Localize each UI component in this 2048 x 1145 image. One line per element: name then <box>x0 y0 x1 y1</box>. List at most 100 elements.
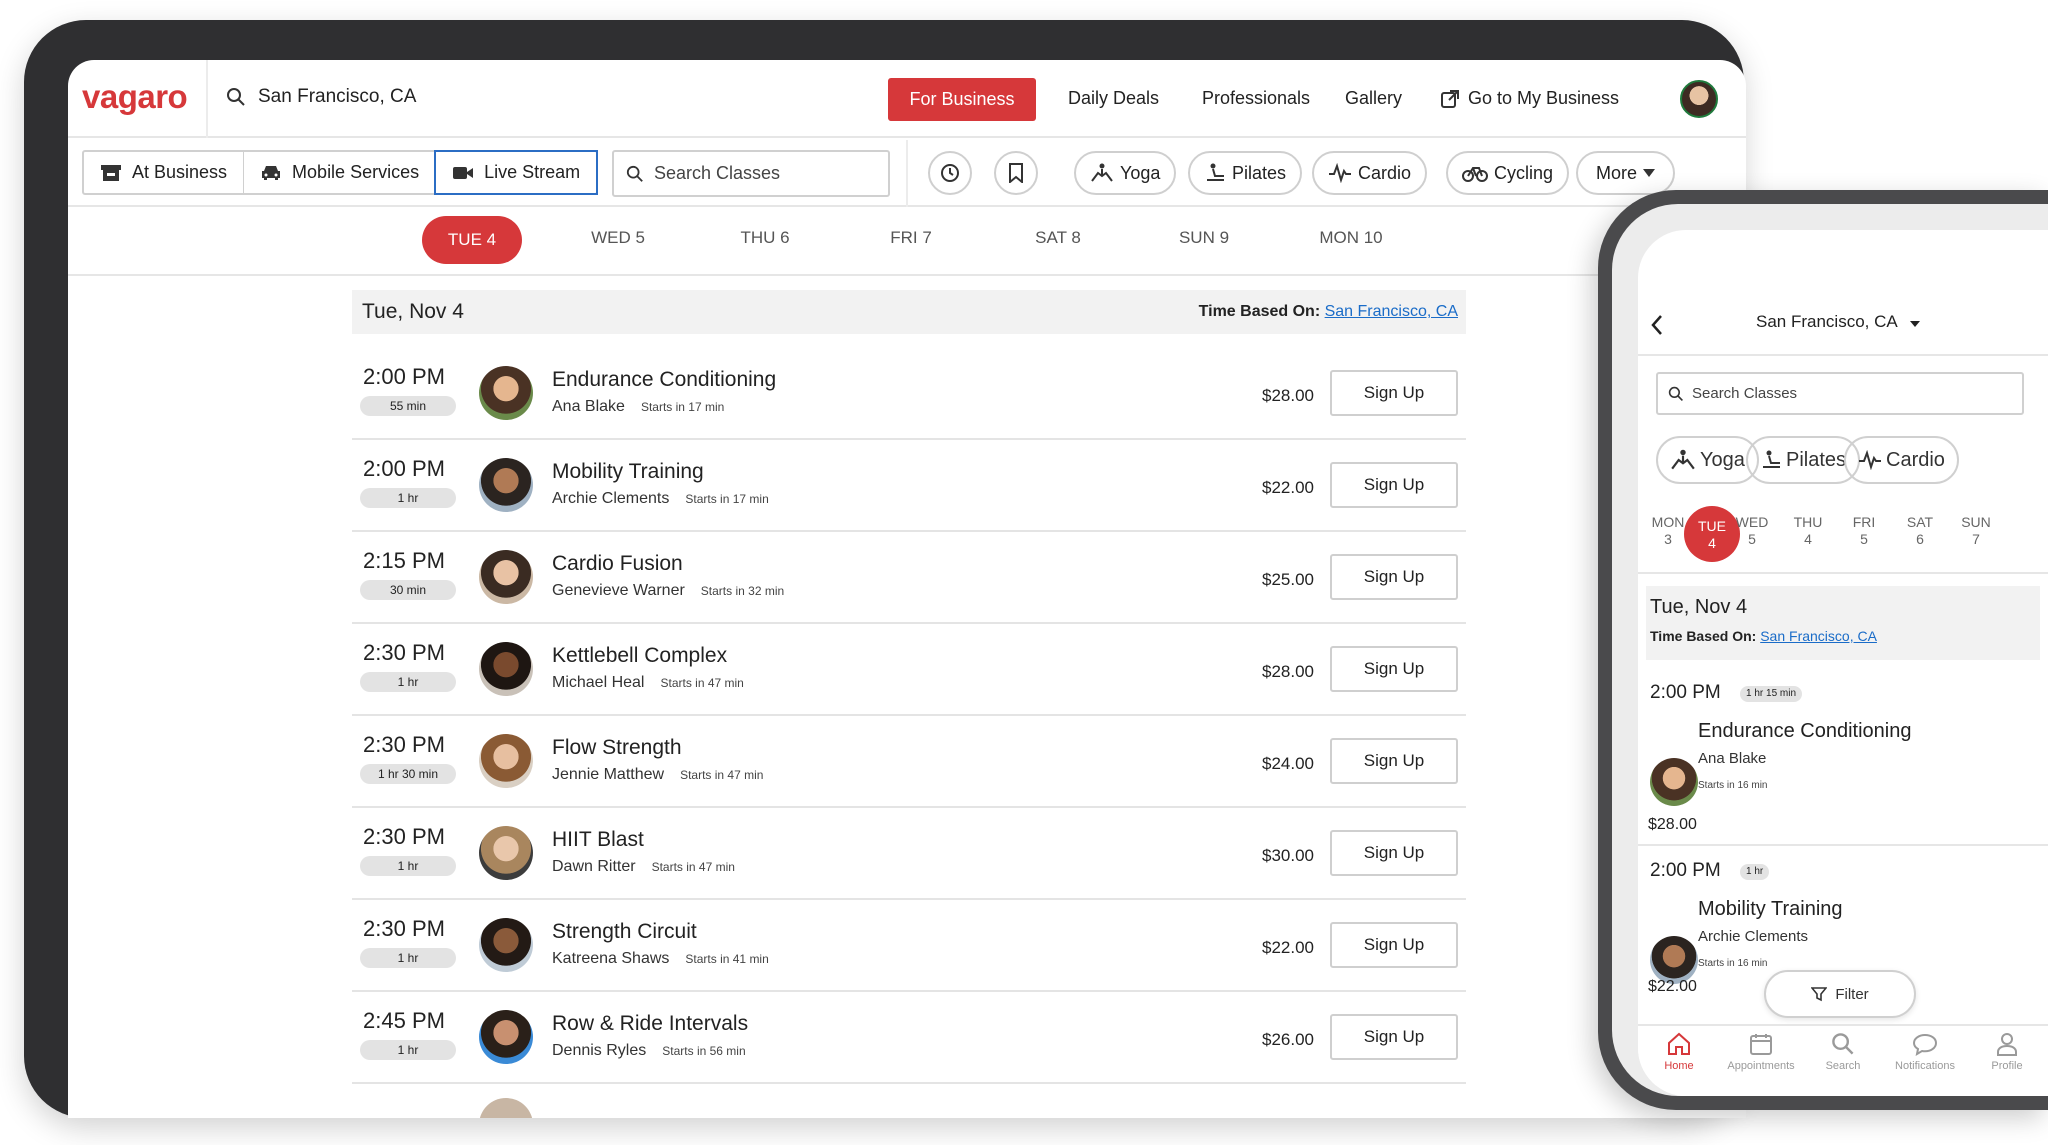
user-avatar[interactable] <box>1680 80 1718 118</box>
sign-up-button[interactable]: Sign Up <box>1330 830 1458 876</box>
instructor-name: Archie Clements <box>552 490 670 507</box>
vagaro-logo[interactable]: vagaro <box>82 78 188 116</box>
sign-up-button[interactable]: Sign Up <box>1330 646 1458 692</box>
time-based-on: Time Based On: San Francisco, CA <box>1199 303 1458 321</box>
mobile-class-card[interactable]: 2:00 PM 1 hr Mobility Training Archie Cl… <box>1638 848 2048 995</box>
sign-up-button[interactable]: Sign Up <box>1330 922 1458 968</box>
back-chevron-icon[interactable] <box>1650 314 1664 336</box>
class-name[interactable]: Mobility Training <box>552 460 704 484</box>
clock-icon <box>941 164 959 182</box>
mobile-search-classes-input[interactable]: Search Classes <box>1656 372 2024 415</box>
tab-profile[interactable]: Profile <box>1966 1032 2048 1072</box>
time-based-label: Time Based On: <box>1198 303 1321 320</box>
class-time: 2:15 PM <box>363 548 445 573</box>
mobile-header: San Francisco, CA <box>1638 308 2048 356</box>
instructor-name: Dawn Ritter <box>552 858 636 875</box>
at-business-option[interactable]: At Business <box>84 152 245 193</box>
divider <box>206 60 208 138</box>
mobile-time-based-label: Time Based On: <box>1650 628 1757 644</box>
mobile-pilates-pill[interactable]: Pilates <box>1746 436 1861 484</box>
day-tab-fri-7[interactable]: FRI 7 <box>861 228 961 248</box>
tab-search[interactable]: Search <box>1802 1032 1884 1072</box>
mobile-day-fri[interactable]: FRI 5 <box>1842 514 1886 548</box>
mobile-day-sun[interactable]: SUN 7 <box>1954 514 1998 548</box>
tab-home[interactable]: Home <box>1638 1032 1720 1072</box>
yoga-filter-pill[interactable]: Yoga <box>1074 151 1177 195</box>
tab-appointments[interactable]: Appointments <box>1720 1032 1802 1072</box>
mobile-time-based-location-link[interactable]: San Francisco, CA <box>1760 628 1877 644</box>
mobile-time-based-on: Time Based On: San Francisco, CA <box>1650 628 1877 644</box>
pilates-filter-pill[interactable]: Pilates <box>1188 151 1303 195</box>
class-row: 2:45 PM 1 hr Row & Ride Intervals Dennis… <box>352 992 1466 1084</box>
class-name[interactable]: Kettlebell Complex <box>552 644 727 668</box>
instructor-avatar <box>479 366 533 420</box>
class-price: $25.00 <box>1262 570 1314 589</box>
more-filters-dropdown[interactable]: More <box>1576 151 1676 195</box>
class-price: $28.00 <box>1262 662 1314 681</box>
search-classes-input[interactable]: Search Classes <box>612 150 890 197</box>
day-tab-wed-5[interactable]: WED 5 <box>568 228 668 248</box>
time-filter-button[interactable] <box>928 151 972 195</box>
filter-funnel-icon <box>1811 987 1828 1002</box>
filter-button[interactable]: Filter <box>1764 970 1916 1018</box>
day-name: FRI <box>1852 514 1876 530</box>
sign-up-button[interactable]: Sign Up <box>1330 462 1458 508</box>
day-tab-sat-8[interactable]: SAT 8 <box>1008 228 1108 248</box>
sign-up-button[interactable]: Sign Up <box>1330 370 1458 416</box>
day-number: 7 <box>1972 531 1980 547</box>
for-business-button[interactable]: For Business <box>888 78 1036 121</box>
at-business-label: At Business <box>132 162 228 182</box>
sign-up-button[interactable]: Sign Up <box>1330 738 1458 784</box>
class-name[interactable]: Flow Strength <box>552 736 682 760</box>
class-row: 2:00 PM 55 min Endurance Conditioning An… <box>352 348 1466 440</box>
mobile-day-thu[interactable]: THU 4 <box>1786 514 1830 548</box>
mobile-day-sat[interactable]: SAT 6 <box>1898 514 1942 548</box>
phone-bezel: San Francisco, CA Search Classes Yoga Pi… <box>1612 204 2048 1096</box>
day-name: THU <box>1793 514 1823 530</box>
go-to-my-business-link[interactable]: Go to My Business <box>1440 88 1619 109</box>
class-duration-badge: 30 min <box>360 580 456 600</box>
mobile-starts-in-text: Starts in 16 min <box>1698 780 1768 791</box>
day-name: MON <box>1651 514 1685 530</box>
sign-up-button[interactable]: Sign Up <box>1330 554 1458 600</box>
time-based-location-link[interactable]: San Francisco, CA <box>1325 303 1458 320</box>
video-camera-icon <box>453 166 474 179</box>
cycling-filter-pill[interactable]: Cycling <box>1446 151 1570 195</box>
class-name[interactable]: Strength Circuit <box>552 920 697 944</box>
class-name[interactable]: Endurance Conditioning <box>552 368 776 392</box>
professionals-link[interactable]: Professionals <box>1202 88 1310 109</box>
mobile-services-option[interactable]: Mobile Services <box>244 152 437 193</box>
mobile-location-text: San Francisco, CA <box>1756 312 1897 331</box>
mobile-location-selector[interactable]: San Francisco, CA <box>1756 312 1920 332</box>
day-name: WED <box>1735 514 1769 530</box>
saved-filter-button[interactable] <box>994 151 1038 195</box>
mobile-cardio-pill[interactable]: Cardio <box>1844 436 1959 484</box>
day-tab-mon-10[interactable]: MON 10 <box>1301 228 1401 248</box>
instructor-name: Michael Heal <box>552 674 645 691</box>
caret-down-icon <box>1643 169 1656 177</box>
class-name[interactable]: HIIT Blast <box>552 828 644 852</box>
live-stream-option[interactable]: Live Stream <box>434 150 599 195</box>
location-selector[interactable]: San Francisco, CA <box>226 86 416 108</box>
day-tab-sun-9[interactable]: SUN 9 <box>1154 228 1254 248</box>
mobile-cardio-label: Cardio <box>1886 448 1945 471</box>
cardio-label: Cardio <box>1358 162 1412 183</box>
class-price: $22.00 <box>1262 478 1314 497</box>
mobile-instructor-name: Ana Blake <box>1698 750 1767 767</box>
sign-up-button[interactable]: Sign Up <box>1330 1014 1458 1060</box>
gallery-link[interactable]: Gallery <box>1345 88 1402 109</box>
tab-notifications[interactable]: Notifications <box>1884 1032 1966 1072</box>
instructor-name: Ana Blake <box>552 398 625 415</box>
day-tab-thu-6[interactable]: THU 6 <box>715 228 815 248</box>
instructor-avatar <box>479 826 533 880</box>
class-name[interactable]: Cardio Fusion <box>552 552 683 576</box>
day-tab-tue-4[interactable]: TUE 4 <box>422 216 522 264</box>
calendar-icon <box>1750 1034 1772 1055</box>
daily-deals-link[interactable]: Daily Deals <box>1068 88 1159 109</box>
mobile-day-wed[interactable]: WED 5 <box>1730 514 1774 548</box>
cardio-filter-pill[interactable]: Cardio <box>1312 151 1428 195</box>
class-name[interactable]: Row & Ride Intervals <box>552 1012 748 1036</box>
mobile-yoga-pill[interactable]: Yoga <box>1656 436 1759 484</box>
class-row-partial <box>352 1084 1466 1118</box>
mobile-class-card[interactable]: 2:00 PM 1 hr 15 min Endurance Conditioni… <box>1638 670 2048 846</box>
